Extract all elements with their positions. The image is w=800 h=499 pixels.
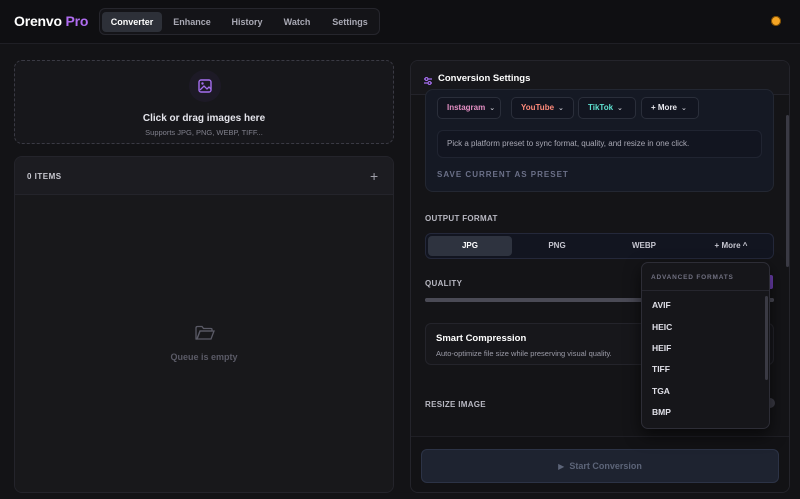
preset-youtube[interactable]: YouTube ⌄ [511, 97, 574, 119]
start-conversion-button[interactable]: ▶ Start Conversion [421, 449, 779, 483]
app-name: Orenvo [14, 13, 62, 29]
preset-instagram[interactable]: Instagram ⌄ [437, 97, 501, 119]
dropdown-divider [642, 290, 769, 291]
chevron-down-icon: ⌄ [617, 105, 623, 112]
settings-title: Conversion Settings [438, 73, 531, 84]
tab-history[interactable]: History [222, 12, 272, 32]
queue-count: 0 ITEMS [27, 172, 62, 181]
format-option-tiff[interactable]: TIFF [652, 364, 670, 374]
format-option-heif[interactable]: HEIF [652, 343, 671, 353]
chevron-down-icon: ⌄ [681, 105, 687, 112]
chevron-down-icon: ⌄ [489, 105, 496, 112]
format-option-heic[interactable]: HEIC [652, 322, 672, 332]
queue-empty-label: Queue is empty [170, 352, 238, 362]
smart-compression-title: Smart Compression [436, 333, 527, 344]
preset-more-button[interactable]: + More ⌄ [641, 97, 699, 119]
format-more-button[interactable]: + More ^ [689, 236, 773, 256]
start-conversion-label: Start Conversion [569, 461, 642, 471]
resize-image-label: RESIZE IMAGE [425, 400, 486, 409]
smart-compression-subtitle: Auto-optimize file size while preserving… [436, 349, 612, 358]
quality-label: QUALITY [425, 279, 463, 288]
preset-card: Instagram ⌄ YouTube ⌄ TikTok ⌄ + More ⌄ Pick… [425, 89, 774, 192]
format-webp[interactable]: WEBP [602, 236, 686, 256]
chevron-down-icon: ⌄ [558, 105, 564, 112]
format-option-tga[interactable]: TGA [652, 386, 670, 396]
preset-label: TikTok [588, 103, 614, 112]
settings-scrollbar[interactable] [786, 115, 789, 267]
queue-header: 0 ITEMS + [15, 157, 393, 195]
image-dropzone[interactable]: Click or drag images here Supports JPG, … [14, 60, 394, 144]
tab-settings[interactable]: Settings [322, 12, 378, 32]
advanced-formats-dropdown: ADVANCED FORMATS AVIF HEIC HEIF TIFF TGA… [641, 262, 770, 429]
top-bar: Orenvo Pro Converter Enhance History Wat… [0, 0, 800, 44]
dropzone-title: Click or drag images here [142, 113, 266, 124]
preset-label: YouTube [521, 103, 555, 112]
play-icon: ▶ [558, 462, 565, 471]
add-images-plus-icon[interactable]: + [370, 168, 378, 184]
preset-tiktok[interactable]: TikTok ⌄ [578, 97, 636, 119]
dropzone-subtitle: Supports JPG, PNG, WEBP, TIFF... [145, 128, 263, 137]
format-option-avif[interactable]: AVIF [652, 300, 671, 310]
image-upload-icon [189, 70, 221, 102]
app-logo[interactable]: Orenvo Pro [14, 13, 88, 29]
output-format-label: OUTPUT FORMAT [425, 214, 498, 223]
format-selector: JPG PNG WEBP + More ^ [425, 233, 774, 259]
tab-converter[interactable]: Converter [102, 12, 162, 32]
tab-watch[interactable]: Watch [274, 12, 320, 32]
preset-label: + More [651, 103, 678, 112]
format-jpg[interactable]: JPG [428, 236, 512, 256]
format-png[interactable]: PNG [515, 236, 599, 256]
folder-open-icon [195, 325, 215, 346]
pro-badge: Pro [65, 13, 89, 29]
queue-list: Queue is empty [15, 195, 393, 492]
format-option-bmp[interactable]: BMP [652, 407, 671, 417]
dropdown-header: ADVANCED FORMATS [651, 274, 734, 281]
preset-hint: Pick a platform preset to sync format, q… [437, 130, 762, 158]
save-preset-button[interactable]: SAVE CURRENT AS PRESET [437, 170, 569, 179]
queue-panel: 0 ITEMS + Queue is empty [14, 156, 394, 493]
tab-enhance[interactable]: Enhance [164, 12, 220, 32]
main-nav: Converter Enhance History Watch Settings [99, 8, 380, 35]
theme-toggle-sun-icon[interactable] [771, 16, 781, 26]
settings-footer: ▶ Start Conversion [411, 436, 789, 492]
dropdown-scrollbar[interactable] [765, 296, 768, 380]
preset-label: Instagram [447, 103, 486, 112]
